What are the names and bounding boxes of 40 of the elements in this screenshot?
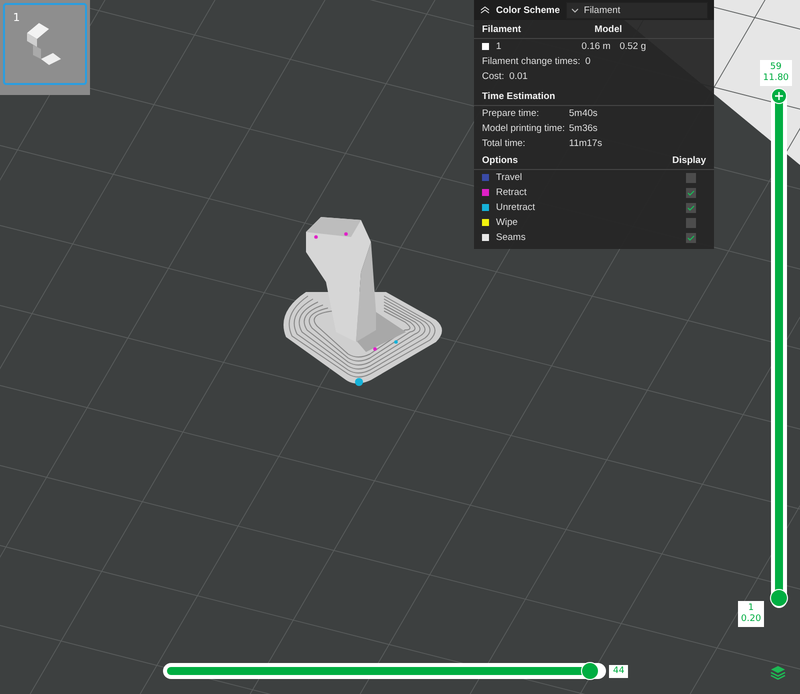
- time-label: Model printing time:: [482, 123, 565, 134]
- option-label: Unretract: [496, 202, 536, 213]
- color-scheme-title: Color Scheme: [496, 4, 560, 16]
- section-heading: Filament: [482, 24, 522, 34]
- filament-weight: 0.52 g: [620, 41, 646, 52]
- lower-layer-label: 1 0.20: [738, 601, 764, 627]
- time-label: Total time:: [482, 138, 526, 149]
- time-value: 5m36s: [569, 123, 598, 134]
- time-value: 5m40s: [569, 108, 598, 119]
- display-checkbox[interactable]: [686, 202, 696, 212]
- section-heading: Options: [482, 154, 518, 166]
- display-checkbox[interactable]: [686, 188, 696, 198]
- upper-layer-handle[interactable]: [771, 88, 787, 104]
- section-heading: Model: [594, 24, 622, 34]
- move-slider-handle[interactable]: [581, 662, 599, 680]
- display-checkbox[interactable]: [686, 172, 696, 182]
- display-checkbox[interactable]: [686, 232, 696, 242]
- filament-length: 0.16 m: [582, 41, 611, 52]
- time-value: 11m17s: [569, 138, 602, 149]
- move-slider-label: 44: [609, 665, 628, 678]
- upper-layer-label: 59 11.80: [760, 60, 792, 86]
- stat-label: Filament change times:: [482, 56, 580, 67]
- color-scheme-dropdown[interactable]: Filament: [566, 2, 708, 18]
- plate-number: 1: [13, 11, 20, 24]
- display-checkbox[interactable]: [686, 218, 696, 228]
- option-label: Seams: [496, 232, 526, 243]
- caret-icon: [570, 8, 579, 12]
- option-label: Wipe: [496, 217, 518, 228]
- option-label: Retract: [496, 187, 527, 198]
- lower-layer-handle[interactable]: [770, 589, 788, 607]
- time-label: Prepare time:: [482, 108, 540, 119]
- collapse-icon[interactable]: [480, 6, 490, 14]
- stat-label: Cost:: [482, 71, 504, 82]
- stat-value: 0.01: [509, 71, 528, 82]
- section-heading: Time Estimation: [482, 90, 556, 102]
- option-label: Travel: [496, 172, 522, 183]
- filament-label: 1: [496, 41, 502, 52]
- layers-icon[interactable]: [770, 664, 786, 680]
- section-heading: Display: [672, 154, 706, 166]
- stat-value: 0: [585, 56, 591, 67]
